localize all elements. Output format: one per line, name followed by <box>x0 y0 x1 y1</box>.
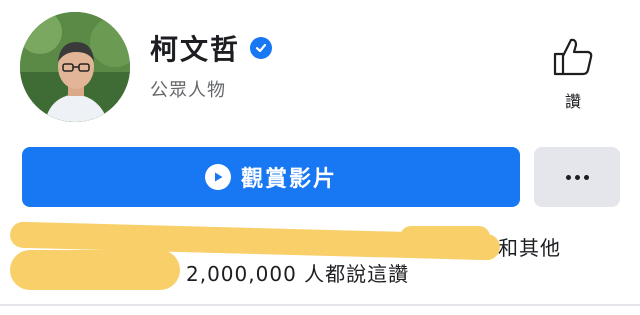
like-label: 讚 <box>564 92 581 111</box>
section-divider <box>0 304 640 306</box>
verified-badge-icon <box>250 37 273 59</box>
avatar-photo <box>20 12 130 122</box>
likes-others-text: 和其他 <box>498 236 561 260</box>
profile-category: 公眾人物 <box>150 80 226 101</box>
watch-video-label: 觀賞影片 <box>240 167 337 192</box>
more-dots-icon <box>565 174 589 180</box>
profile-avatar[interactable] <box>20 12 130 122</box>
likes-count-text[interactable]: 2,000,000 人都說這讚 <box>186 258 409 287</box>
play-icon <box>204 164 231 190</box>
more-options-button[interactable] <box>534 147 620 207</box>
profile-name: 柯文哲 <box>150 33 241 66</box>
profile-name-row: 柯文哲 <box>150 28 273 68</box>
thumbs-up-icon <box>551 36 595 80</box>
watch-video-button[interactable]: 觀賞影片 <box>22 147 520 207</box>
like-button[interactable]: 讚 <box>546 36 600 112</box>
